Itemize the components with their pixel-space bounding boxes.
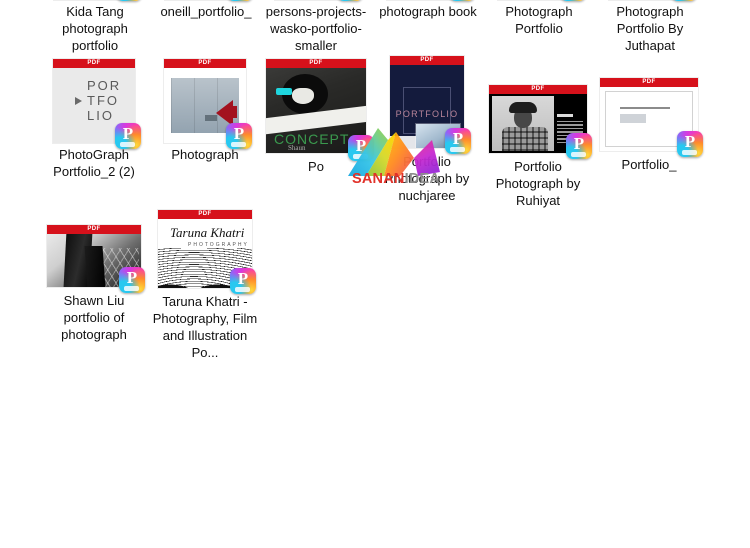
badge-underline (124, 286, 139, 291)
triangle-marker-icon (75, 97, 82, 105)
file-label: Portfolio Photograph by Ruhiyat (495, 159, 581, 208)
file-thumbnail: PORTFOLIO PDF P (53, 59, 141, 149)
pdf-reader-app-badge[interactable]: P (348, 135, 374, 161)
thumbnail-art-text: Taruna Khatri (170, 225, 245, 240)
file-thumbnail: PDF P (489, 85, 592, 159)
file-label: oneill_portfolio_ (160, 4, 252, 19)
pdf-reader-app-badge[interactable]: P (115, 123, 141, 149)
building-tower-secondary (84, 246, 106, 287)
file-label: photograph book (379, 4, 477, 19)
badge-underline (231, 142, 246, 147)
pdf-reader-app-badge[interactable]: P (337, 0, 363, 1)
file-item-portfolio-photograph-nuchjaree[interactable]: PORTFOLIO PDF P Portfolio Photograph by … (372, 56, 482, 204)
file-item-portfolio-photograph-ruhiyat[interactable]: PDF P Portfolio Photograph by Ruhiyat (483, 85, 593, 209)
pdf-reader-app-badge[interactable]: P (119, 267, 145, 293)
pdf-reader-app-badge[interactable]: P (566, 133, 592, 159)
file-item-oneill-portfolio[interactable]: PDF P oneill_portfolio_ (151, 0, 261, 20)
badge-underline (235, 287, 250, 292)
file-thumbnail: Taruna Khatri PHOTOGRAPHY PDF P (158, 210, 256, 294)
badge-underline (120, 142, 135, 147)
file-item-taruna-khatri[interactable]: Taruna Khatri PHOTOGRAPHY PDF P Taruna K… (150, 210, 260, 361)
file-label: Taruna Khatri - Photography, Film and Il… (152, 294, 258, 360)
badge-underline (353, 154, 368, 159)
file-label: Kida Tang photograph portfolio (62, 4, 128, 53)
badge-underline (682, 150, 697, 155)
pdf-reader-app-badge[interactable]: P (226, 123, 252, 149)
pdf-ribbon: PDF (158, 210, 252, 219)
teal-accent (276, 88, 292, 95)
pdf-reader-app-badge[interactable]: P (116, 0, 142, 1)
file-thumbnail: PDF P (164, 59, 252, 149)
file-item-po[interactable]: CONCEPT Shaun PDF P Po (261, 59, 374, 175)
file-thumbnail: CONCEPT Shaun PDF P (266, 59, 374, 161)
pdf-reader-app-badge[interactable]: P (560, 0, 586, 1)
pdf-ribbon: PDF (600, 78, 698, 87)
file-label: Photograph Portfolio (505, 4, 573, 36)
file-item-photograph-portfolio-2[interactable]: POR TFO LIO PDF P PhotoGraph Portfolio_2 (… (39, 59, 149, 180)
thumbnail-art-text: PORTFOLIO (87, 78, 122, 123)
thumbnail-art-subtext: Shaun (288, 144, 306, 152)
pdf-ribbon: PDF (489, 85, 587, 94)
file-item-photograph-book[interactable]: PDF P photograph book (373, 0, 483, 20)
pdf-reader-app-badge[interactable]: P (449, 0, 475, 1)
file-item-persons-projects-wasko[interactable]: PDF P persons-projects-wasko-portfolio-s… (261, 0, 371, 54)
doc-block (620, 114, 646, 123)
file-label: Portfolio Photograph by nuchjaree (384, 154, 470, 203)
thumbnail-art-text: PORTFOLIO (395, 109, 459, 119)
tunnel-light (292, 88, 314, 104)
pdf-ribbon: PDF (266, 59, 366, 68)
file-thumbnail: PORTFOLIO PDF P (390, 56, 471, 154)
file-item-portfolio-underscore[interactable]: PDF P Portfolio_ (594, 78, 704, 173)
pdf-ribbon: PDF (53, 59, 135, 68)
pdf-reader-app-badge[interactable]: P (445, 128, 471, 154)
file-item-photograph-portfolio-juthapat[interactable]: PDF P Photograph Portfolio By Juthapat (595, 0, 705, 54)
pdf-ribbon: PDF (164, 59, 246, 68)
pdf-reader-app-badge[interactable]: P (677, 131, 703, 157)
file-item-photograph-portfolio[interactable]: PDF P Photograph Portfolio (484, 0, 594, 37)
file-icon-grid: PORTFOLIO PDF P Kida Tang photograph por… (0, 0, 750, 548)
file-thumbnail: PDF P (600, 78, 703, 157)
badge-underline (450, 147, 465, 152)
portrait-shirt (502, 127, 548, 151)
file-label: persons-projects-wasko-portfolio-smaller (265, 4, 367, 53)
pdf-reader-app-badge[interactable]: P (230, 268, 256, 294)
portrait-photo (492, 96, 554, 151)
file-item-photograph[interactable]: PDF P Photograph (150, 59, 260, 163)
file-label: PhotoGraph Portfolio_2 (2) (53, 147, 135, 179)
pdf-ribbon: PDF (390, 56, 464, 65)
file-label: Portfolio_ (621, 157, 677, 172)
badge-underline (571, 152, 586, 157)
pdf-reader-app-badge[interactable]: P (227, 0, 253, 1)
file-label: Photograph Portfolio By Juthapat (616, 4, 684, 53)
red-arrow-icon (216, 100, 233, 126)
thumbnail-art-text: CONCEPT (274, 131, 350, 147)
file-thumbnail: PDF P (47, 225, 145, 293)
pdf-reader-app-badge[interactable]: P (671, 0, 697, 1)
file-item-kida-tang[interactable]: PORTFOLIO PDF P Kida Tang photograph por… (40, 0, 150, 54)
file-item-shawn-liu[interactable]: PDF P Shawn Liu portfolio of photograph (39, 225, 149, 343)
pdf-ribbon: PDF (47, 225, 141, 234)
file-label: Shawn Liu portfolio of photograph (61, 293, 127, 342)
portrait-cap (509, 102, 537, 113)
